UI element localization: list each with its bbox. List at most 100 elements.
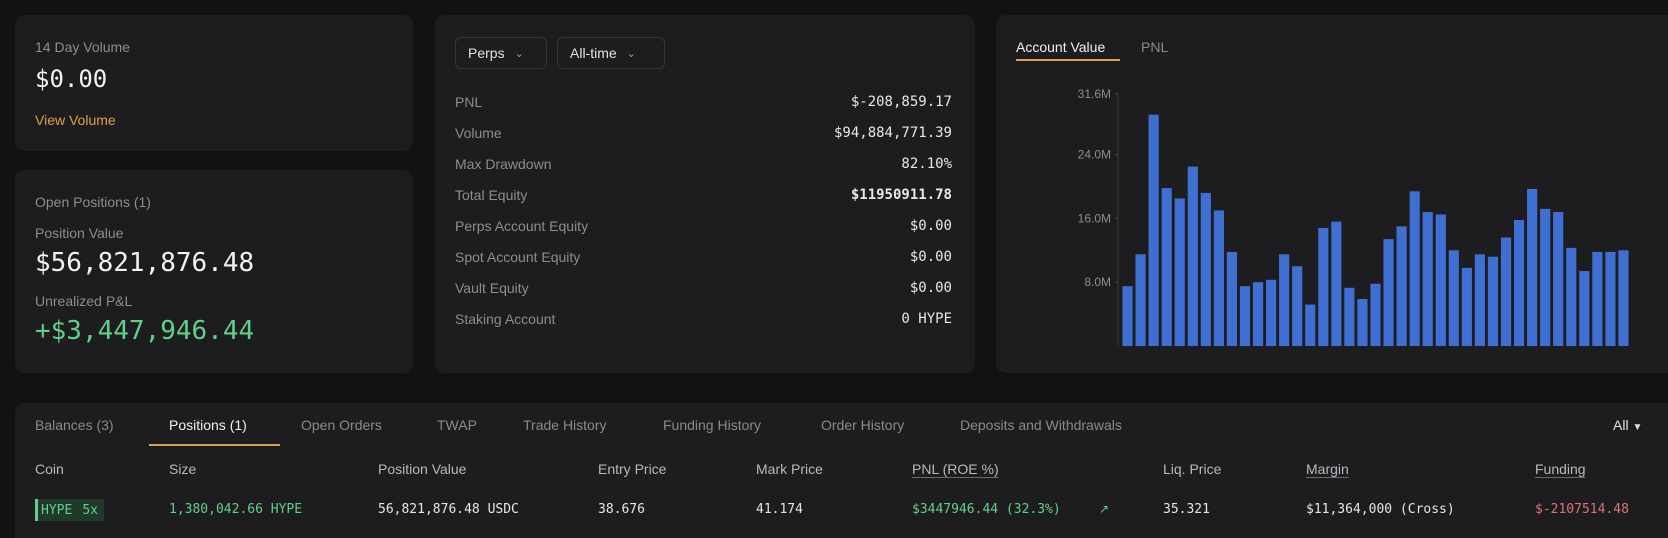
range-filter-label: All-time: [570, 45, 617, 61]
unrealized-pnl-label: Unrealized P&L: [35, 293, 133, 309]
chart-bar[interactable]: [1331, 221, 1342, 346]
tab-funding-history[interactable]: Funding History: [663, 417, 761, 433]
market-filter-label: Perps: [468, 45, 505, 61]
chart-bar[interactable]: [1474, 254, 1486, 346]
chart-bar[interactable]: [1527, 188, 1538, 346]
chart-bar[interactable]: [1448, 250, 1459, 346]
col-size[interactable]: Size: [169, 461, 196, 477]
chart-bar[interactable]: [1239, 286, 1251, 346]
chart-bar[interactable]: [1200, 192, 1211, 346]
chart-bar[interactable]: [1344, 287, 1355, 346]
chart-bar[interactable]: [1279, 254, 1290, 346]
col-coin[interactable]: Coin: [35, 461, 64, 477]
chart-bar[interactable]: [1292, 266, 1303, 346]
col-entry-price[interactable]: Entry Price: [598, 461, 666, 477]
stat-value: 82.10%: [901, 155, 952, 172]
stat-key: Max Drawdown: [455, 155, 552, 172]
chart-bar[interactable]: [1605, 251, 1616, 346]
chart-bar[interactable]: [1161, 188, 1172, 346]
col-mark-price[interactable]: Mark Price: [756, 461, 823, 477]
chart-bar[interactable]: [1148, 114, 1159, 346]
positions-table-card: Balances (3) Positions (1) Open Orders T…: [15, 403, 1668, 538]
chevron-down-icon: ⌄: [626, 47, 636, 60]
y-tick-label: 31.6M: [1078, 87, 1111, 101]
chart-bar[interactable]: [1566, 247, 1577, 346]
volume-label: 14 Day Volume: [35, 39, 130, 55]
chart-bar[interactable]: [1553, 212, 1564, 346]
liq-price-cell: 35.321: [1163, 502, 1210, 517]
tab-order-history[interactable]: Order History: [821, 417, 904, 433]
positions-summary-card: Open Positions (1) Position Value $56,82…: [15, 170, 413, 373]
range-filter-dropdown[interactable]: All-time ⌄: [557, 37, 665, 69]
col-funding[interactable]: Funding: [1535, 461, 1586, 477]
stat-value: $0.00: [909, 248, 952, 265]
table-tabs: Balances (3) Positions (1) Open Orders T…: [15, 403, 1668, 447]
chart-bar[interactable]: [1135, 254, 1146, 346]
stats-card: Perps ⌄ All-time ⌄ PNL $-208,859.17 Volu…: [435, 15, 975, 373]
view-volume-link[interactable]: View Volume: [35, 112, 116, 128]
chart-bar[interactable]: [1370, 283, 1381, 346]
pnl-cell: $3447946.44 (32.3%): [912, 502, 1061, 517]
chart-bar[interactable]: [1226, 251, 1238, 346]
chart-bar[interactable]: [1305, 304, 1316, 346]
chart-bar[interactable]: [1122, 286, 1133, 346]
chart-bar[interactable]: [1461, 267, 1472, 346]
chart-bar[interactable]: [1187, 166, 1198, 346]
chart-bar[interactable]: [1500, 237, 1512, 346]
stat-key: Spot Account Equity: [455, 248, 581, 265]
mark-price-cell: 41.174: [756, 502, 803, 517]
chart-bar[interactable]: [1422, 212, 1433, 346]
chart-bar[interactable]: [1174, 198, 1185, 346]
chart-card: Account Value PNL 8.0M 16.0M 24.0M 31.6M: [996, 15, 1668, 373]
tab-balances[interactable]: Balances (3): [35, 417, 114, 433]
chart-bar[interactable]: [1618, 250, 1629, 346]
stat-row-volume: Volume $94,884,771.39: [455, 117, 952, 148]
stat-key: Volume: [455, 124, 502, 141]
tab-open-orders[interactable]: Open Orders: [301, 417, 382, 433]
volume-card: 14 Day Volume $0.00 View Volume: [15, 15, 413, 151]
unrealized-pnl-value: +$3,447,946.44: [35, 316, 255, 346]
stat-key: Perps Account Equity: [455, 217, 589, 234]
chart-bar[interactable]: [1435, 214, 1446, 346]
stat-value: $11950911.78: [850, 186, 952, 203]
col-pnl-roe[interactable]: PNL (ROE %): [912, 461, 999, 477]
coin-cell[interactable]: HYPE 5x: [35, 499, 104, 521]
open-positions-title: Open Positions (1): [35, 194, 151, 210]
chart-bar[interactable]: [1357, 298, 1368, 346]
stat-value: 0 HYPE: [901, 310, 952, 327]
chart-bar[interactable]: [1318, 227, 1329, 346]
stat-row-max-drawdown: Max Drawdown 82.10%: [455, 148, 952, 179]
market-filter-dropdown[interactable]: Perps ⌄: [455, 37, 547, 69]
tab-positions[interactable]: Positions (1): [169, 417, 247, 433]
stat-key: Staking Account: [455, 310, 556, 327]
chart-bar[interactable]: [1213, 210, 1224, 346]
tab-trade-history[interactable]: Trade History: [523, 417, 607, 433]
chart-bar[interactable]: [1487, 256, 1499, 346]
chart-bar[interactable]: [1409, 191, 1420, 346]
stat-value: $94,884,771.39: [833, 124, 952, 141]
chart-bar[interactable]: [1252, 282, 1264, 346]
y-tick-label: 24.0M: [1078, 148, 1111, 162]
stat-row-staking: Staking Account 0 HYPE: [455, 303, 952, 334]
chart-bar[interactable]: [1540, 208, 1551, 346]
active-tab-underline: [149, 444, 280, 446]
chart-bar[interactable]: [1592, 251, 1603, 346]
chart-bar[interactable]: [1383, 239, 1394, 346]
col-liq-price[interactable]: Liq. Price: [1163, 461, 1221, 477]
chart-bar[interactable]: [1265, 279, 1277, 346]
chart-bar[interactable]: [1513, 220, 1525, 346]
filter-dropdown[interactable]: All ▼: [1613, 417, 1642, 433]
chart-bar[interactable]: [1396, 226, 1407, 346]
stat-key: Vault Equity: [455, 279, 529, 296]
stat-key: Total Equity: [455, 186, 528, 203]
col-position-value[interactable]: Position Value: [378, 461, 466, 477]
position-value-label: Position Value: [35, 225, 124, 241]
col-margin[interactable]: Margin: [1306, 461, 1349, 477]
entry-price-cell: 38.676: [598, 502, 645, 517]
tab-deposits-withdrawals[interactable]: Deposits and Withdrawals: [960, 417, 1122, 433]
tab-twap[interactable]: TWAP: [437, 417, 477, 433]
leverage-badge: 5x: [82, 502, 98, 518]
stat-row-pnl: PNL $-208,859.17: [455, 86, 952, 117]
share-icon[interactable]: ↗: [1099, 502, 1109, 516]
chart-bar[interactable]: [1579, 271, 1590, 346]
